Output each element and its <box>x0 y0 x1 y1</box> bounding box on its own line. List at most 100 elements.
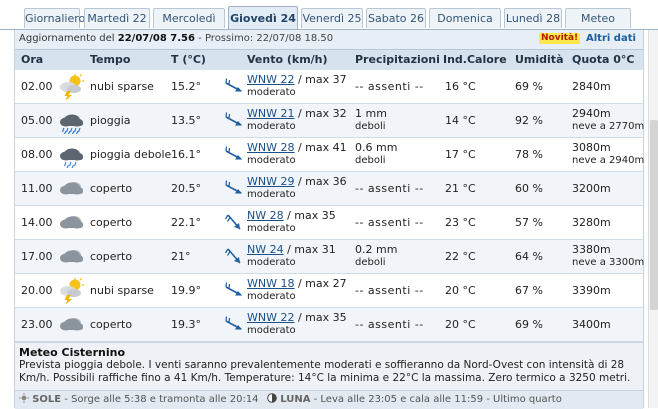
sun-cloud-lightning-icon <box>60 74 84 101</box>
row-precipitation: -- assenti -- <box>355 80 424 93</box>
wind-arrow-cell <box>224 213 245 233</box>
precipitation-intensity: deboli <box>355 121 386 132</box>
tab-luned-28[interactable]: Lunedì 28 <box>504 8 562 28</box>
wind-description: moderato <box>247 155 296 166</box>
row-wind: WNW 21 / max 32 <box>247 107 347 120</box>
row-humidity: 78 % <box>515 148 543 161</box>
weather-icon-cell <box>57 176 85 202</box>
row-heat-index: 21 °C <box>445 182 476 195</box>
row-humidity: 69 % <box>515 318 543 331</box>
tab-domenica-27[interactable]: Domenica 27 <box>429 8 501 45</box>
update-bar: Aggiornamento del 22/07/08 7.56 - Prossi… <box>15 30 643 62</box>
row-condition: coperto <box>90 182 133 195</box>
weather-page: GiornalieroMartedì 22Mercoledì 23Giovedì… <box>0 0 658 409</box>
header-prec: Precipitazioni <box>355 53 440 66</box>
moon-label: LUNA <box>280 394 311 405</box>
wind-description: moderato <box>247 121 296 132</box>
tab-gioved-24[interactable]: Giovedì 24 <box>228 6 298 30</box>
wind-speed-link[interactable]: WNW 22 <box>247 311 294 324</box>
row-humidity: 92 % <box>515 114 543 127</box>
row-wind: NW 28 / max 35 <box>247 209 336 222</box>
wind-speed-link[interactable]: WNW 22 <box>247 73 294 86</box>
scrollbar-thumb[interactable] <box>650 120 658 310</box>
wind-speed-link[interactable]: NW 28 <box>247 209 284 222</box>
row-temperature: 20.5° <box>171 182 201 195</box>
update-info: Aggiornamento del 22/07/08 7.56 - Prossi… <box>19 30 333 48</box>
new-badge[interactable]: Novità! <box>539 33 581 44</box>
wind-description: moderato <box>247 291 296 302</box>
row-wind: NW 24 / max 31 <box>247 243 336 256</box>
wind-description: moderato <box>247 189 296 200</box>
wind-gust-max: / max 35 <box>287 209 336 222</box>
header-ora: Ora <box>21 53 44 66</box>
vertical-scrollbar[interactable] <box>648 30 658 408</box>
table-header: Ora Tempo T (°C) Vento (km/h) Precipitaz… <box>15 49 643 71</box>
wind-description: moderato <box>247 257 296 268</box>
row-humidity: 57 % <box>515 216 543 229</box>
wind-speed-link[interactable]: WNW 29 <box>247 175 294 188</box>
tab-sabato-26[interactable]: Sabato 26 <box>366 8 426 28</box>
row-condition: nubi sparse <box>90 80 154 93</box>
wind-speed-link[interactable]: WNW 18 <box>247 277 294 290</box>
row-temperature: 19.3° <box>171 318 201 331</box>
wind-arrow-cell <box>225 315 245 335</box>
wind-direction-icon <box>225 78 242 92</box>
moon-icon <box>267 393 277 403</box>
wind-description: moderato <box>247 87 296 98</box>
tab-mercoled-23[interactable]: Mercoledì 23 <box>153 8 225 45</box>
header-umid: Umidità <box>515 53 564 66</box>
wind-direction-icon <box>224 214 241 230</box>
wind-direction-icon <box>225 146 242 160</box>
wind-gust-max: / max 27 <box>297 277 347 290</box>
wind-arrow-cell <box>225 111 245 131</box>
row-heat-index: 20 °C <box>445 284 476 297</box>
header-vento: Vento (km/h) <box>247 53 328 66</box>
wind-gust-max: / max 31 <box>287 243 336 256</box>
sun-cloud-lightning-icon <box>60 278 84 305</box>
row-humidity: 60 % <box>515 182 543 195</box>
row-heat-index: 22 °C <box>445 250 476 263</box>
row-humidity: 67 % <box>515 284 543 297</box>
row-snow-level: neve a 2770m <box>572 121 645 132</box>
moon-text: - Leva alle 23:05 e cala alle 11:59 - Ul… <box>313 394 562 405</box>
summary-title: Meteo Cisternino <box>19 346 126 359</box>
precipitation-intensity: deboli <box>355 155 386 166</box>
row-precipitation: 1 mm <box>355 107 387 120</box>
row-condition: coperto <box>90 318 133 331</box>
tab-meteo-15gg[interactable]: Meteo 15gg <box>565 8 631 45</box>
row-wind: WNW 29 / max 36 <box>247 175 347 188</box>
wind-speed-link[interactable]: WNW 28 <box>247 141 294 154</box>
row-wind: WNW 18 / max 27 <box>247 277 347 290</box>
row-condition: nubi sparse <box>90 284 154 297</box>
row-precipitation: -- assenti -- <box>355 284 424 297</box>
tab-venerd-25[interactable]: Venerdì 25 <box>301 8 363 28</box>
wind-speed-link[interactable]: WNW 21 <box>247 107 294 120</box>
forecast-row: 08.00 pioggia debole 16.1° WNW 28 / max … <box>15 138 644 172</box>
forecast-row: 23.00 coperto 19.3° WNW 22 / max 35 mode… <box>15 308 643 342</box>
wind-arrow-cell <box>225 145 245 165</box>
light-rain-cloud-icon <box>60 148 83 169</box>
row-wind: WNW 22 / max 37 <box>247 73 347 86</box>
update-datetime: 22/07/08 7.56 <box>117 33 195 44</box>
row-freezing-level: 2840m <box>572 80 611 93</box>
summary-box: Meteo Cisternino Prevista pioggia debole… <box>15 342 643 390</box>
row-time: 11.00 <box>21 182 53 195</box>
day-tabs: GiornalieroMartedì 22Mercoledì 23Giovedì… <box>0 0 658 45</box>
row-freezing-level: 3200m <box>572 182 611 195</box>
forecast-row: 02.00 nubi sparse 15.2° WNW 22 / max 37 … <box>15 70 643 104</box>
forecast-row: 14.00 coperto 22.1° NW 28 / max 35 moder… <box>15 206 643 240</box>
weather-icon-cell <box>57 108 85 135</box>
update-label: Aggiornamento del <box>19 33 115 44</box>
sun-info: SOLE - Sorge alle 5:38 e tramonta alle 2… <box>19 391 259 409</box>
row-freezing-level: 2940m <box>572 107 611 120</box>
header-temp: T (°C) <box>171 53 206 66</box>
wind-speed-link[interactable]: NW 24 <box>247 243 284 256</box>
header-quota: Quota 0°C <box>572 53 635 66</box>
tab-giornaliero[interactable]: Giornaliero <box>24 8 85 28</box>
overcast-cloud-icon <box>60 216 83 229</box>
row-time: 17.00 <box>21 250 53 263</box>
row-precipitation: -- assenti -- <box>355 318 424 331</box>
tab-marted-22[interactable]: Martedì 22 <box>84 8 150 28</box>
wind-description: moderato <box>247 325 296 336</box>
row-time: 23.00 <box>21 318 53 331</box>
